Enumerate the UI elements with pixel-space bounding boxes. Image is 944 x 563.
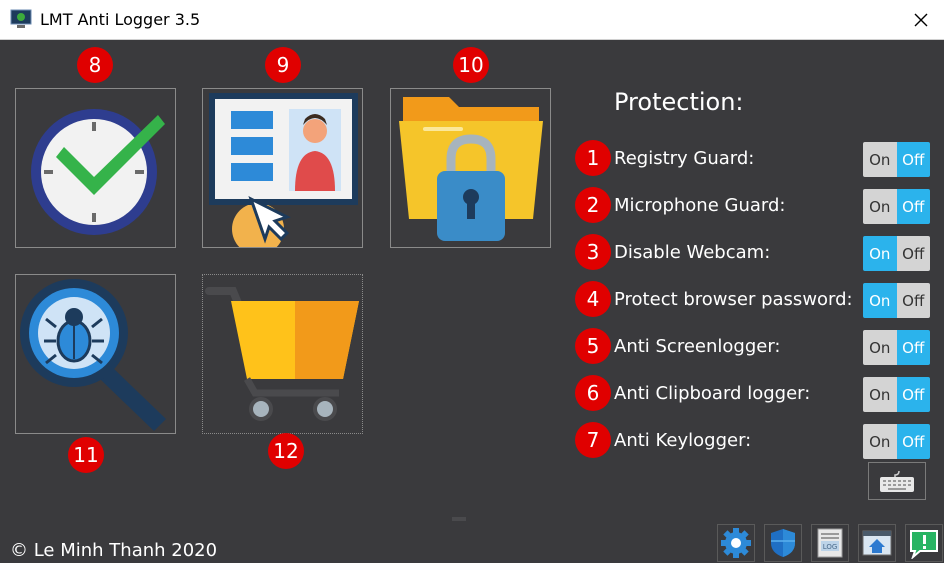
toggle-on-segment[interactable]: On [863,424,897,459]
badge-11: 11 [68,437,104,473]
tile-locked-folder[interactable] [390,88,551,248]
badge-5: 5 [575,328,611,364]
toggle-on-segment[interactable]: On [863,283,897,318]
toggle-protect-browser-password[interactable]: On Off [863,283,930,318]
locked-folder-icon [399,97,543,241]
toggle-microphone-guard[interactable]: On Off [863,189,930,224]
home-window-icon [862,530,892,556]
badge-12: 12 [268,433,304,469]
log-file-icon: LOG [817,528,843,558]
label-disable-webcam: Disable Webcam: [614,242,771,263]
label-anti-keylogger: Anti Keylogger: [614,430,752,451]
tile-scheduler[interactable] [15,88,176,248]
toggle-off-segment[interactable]: Off [896,142,930,177]
profile-screen-icon [209,93,358,247]
label-microphone-guard: Microphone Guard: [614,195,786,216]
log-icon-label: LOG [823,543,838,551]
toggle-anti-keylogger[interactable]: On Off [863,424,930,459]
label-protect-browser-password: Protect browser password: [614,289,853,310]
badge-8: 8 [77,47,113,83]
home-button[interactable] [858,524,896,562]
badge-1: 1 [575,140,611,176]
toggle-anti-screenlogger[interactable]: On Off [863,330,930,365]
settings-button[interactable] [717,524,755,562]
window-title: LMT Anti Logger 3.5 [40,10,201,29]
toggle-on-segment[interactable]: On [863,330,897,365]
toggle-off-segment[interactable]: Off [896,424,930,459]
close-button[interactable] [898,0,944,40]
badge-10: 10 [453,47,489,83]
label-anti-screenlogger: Anti Screenlogger: [614,336,781,357]
title-bar: LMT Anti Logger 3.5 [0,0,944,40]
settings-gear-icon [721,528,751,558]
log-button[interactable]: LOG [811,524,849,562]
resize-grip [452,517,466,521]
badge-4: 4 [575,281,611,317]
toggle-off-segment[interactable]: Off [896,236,930,271]
badge-9: 9 [265,47,301,83]
badge-2: 2 [575,187,611,223]
tile-shop[interactable] [202,274,363,434]
feedback-button[interactable] [905,524,943,562]
badge-6: 6 [575,375,611,411]
tile-profile[interactable] [202,88,363,248]
feedback-icon [910,530,938,559]
toggle-off-segment[interactable]: Off [896,189,930,224]
toggle-anti-clipboard-logger[interactable]: On Off [863,377,930,412]
toggle-on-segment[interactable]: On [863,142,897,177]
protection-title: Protection: [614,88,744,116]
toggle-on-segment[interactable]: On [863,236,897,271]
shopping-cart-icon [205,287,359,421]
toggle-off-segment[interactable]: Off [896,283,930,318]
shield-icon [771,529,795,557]
app-monitor-icon [10,9,32,28]
toggle-on-segment[interactable]: On [863,377,897,412]
badge-3: 3 [575,234,611,270]
toggle-off-segment[interactable]: Off [896,330,930,365]
bug-search-icon [20,279,166,431]
badge-7: 7 [575,422,611,458]
toggle-off-segment[interactable]: Off [896,377,930,412]
label-registry-guard: Registry Guard: [614,148,755,169]
copyright-text: © Le Minh Thanh 2020 [10,540,218,561]
virtual-keyboard-button[interactable] [868,462,926,500]
main-panel: 8 9 10 11 12 Protection: 1 Registry Guar… [0,41,944,563]
security-button[interactable] [764,524,802,562]
tile-bug-scan[interactable] [15,274,176,434]
label-anti-clipboard-logger: Anti Clipboard logger: [614,383,811,404]
toggle-disable-webcam[interactable]: On Off [863,236,930,271]
toggle-registry-guard[interactable]: On Off [863,142,930,177]
toggle-on-segment[interactable]: On [863,189,897,224]
keyboard-icon [880,470,914,492]
clock-check-icon [31,109,165,235]
close-icon [914,13,928,27]
